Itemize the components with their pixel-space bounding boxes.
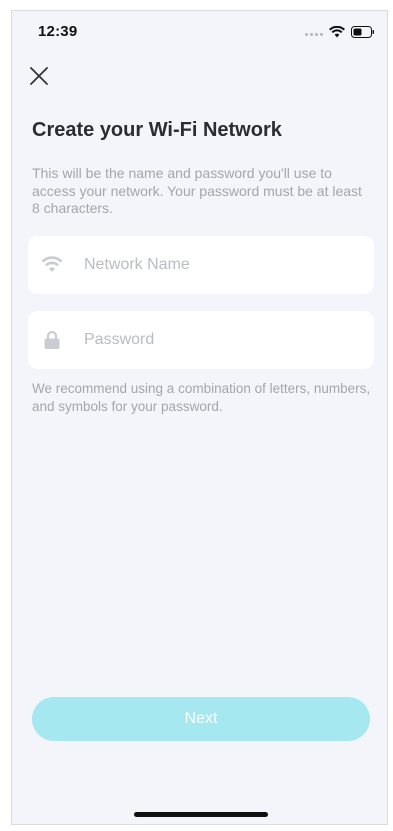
lock-icon	[40, 328, 64, 352]
close-button[interactable]	[26, 63, 52, 89]
page-description: This will be the name and password you'l…	[32, 165, 362, 216]
next-button[interactable]: Next	[32, 697, 370, 741]
wifi-status-icon	[329, 25, 345, 43]
home-indicator[interactable]	[134, 812, 268, 817]
app-screen: 12:39 Create your Wi-Fi Network This wil…	[11, 10, 388, 825]
network-name-input[interactable]	[84, 256, 344, 274]
page-title: Create your Wi-Fi Network	[32, 119, 282, 141]
status-time: 12:39	[38, 23, 78, 40]
close-icon	[30, 67, 48, 85]
password-input[interactable]	[84, 331, 344, 349]
password-hint: We recommend using a combination of lett…	[32, 381, 371, 414]
password-field[interactable]	[28, 311, 374, 369]
network-name-field[interactable]	[28, 236, 374, 294]
status-indicators	[305, 25, 375, 43]
wifi-icon	[40, 253, 64, 277]
battery-icon	[351, 25, 375, 43]
cellular-signal-icon	[305, 32, 323, 36]
status-bar: 12:39	[12, 11, 387, 55]
